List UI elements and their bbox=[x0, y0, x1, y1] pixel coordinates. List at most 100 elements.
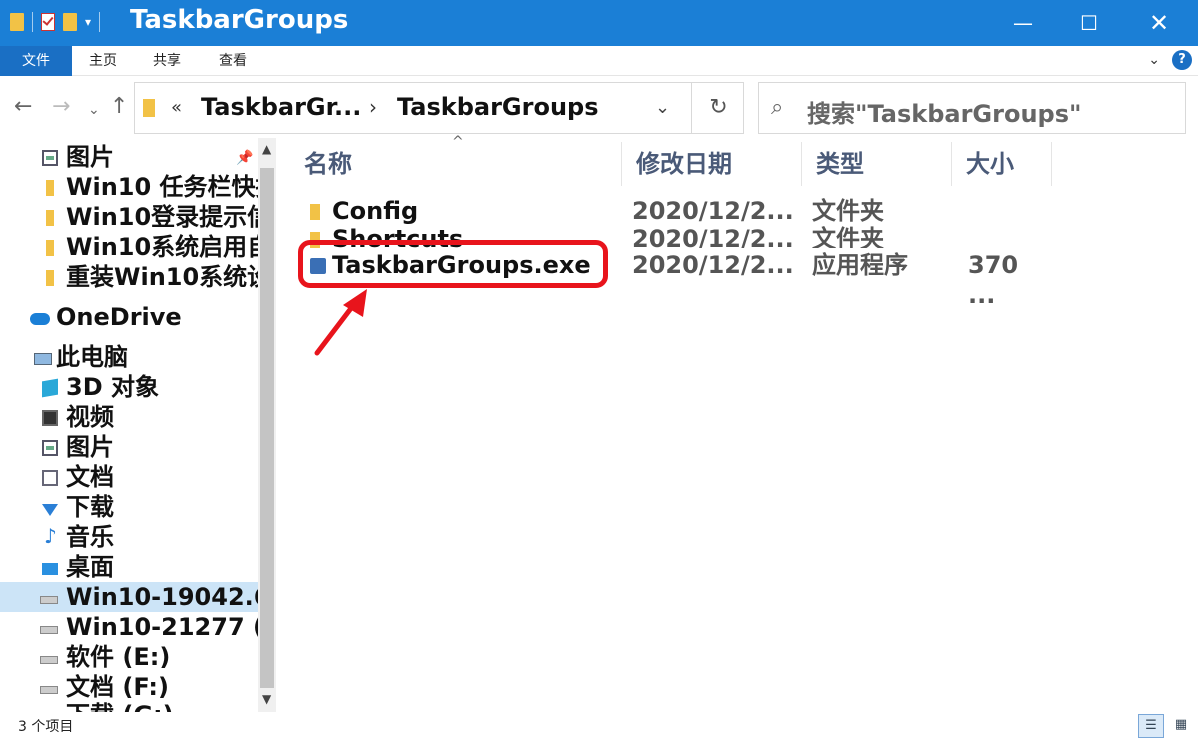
folder-icon bbox=[46, 270, 54, 286]
sidebar-item-label: 文档 bbox=[66, 463, 114, 491]
sidebar-item-label: 重装Win10系统设 bbox=[66, 263, 258, 291]
close-button[interactable]: ✕ bbox=[1126, 0, 1192, 46]
sidebar-item-label: 视频 bbox=[66, 403, 114, 431]
sidebar-item-music[interactable]: ♪ 音乐 bbox=[0, 522, 258, 552]
sidebar-item-desktop[interactable]: 桌面 bbox=[0, 552, 258, 582]
pin-icon[interactable]: 📌 bbox=[236, 150, 253, 166]
breadcrumb-current[interactable]: TaskbarGroups bbox=[397, 93, 599, 121]
sidebar-item-this-pc[interactable]: 此电脑 bbox=[0, 342, 258, 372]
sidebar-item-drive-g[interactable]: 下载 (G:) bbox=[0, 700, 258, 712]
sidebar-item-videos[interactable]: 视频 bbox=[0, 402, 258, 432]
file-name: Config bbox=[332, 197, 419, 225]
cloud-icon bbox=[30, 313, 50, 325]
sidebar-item-downloads[interactable]: 下载 bbox=[0, 492, 258, 522]
sidebar-item-onedrive[interactable]: OneDrive bbox=[0, 302, 258, 332]
back-arrow-icon[interactable]: ← bbox=[14, 94, 32, 119]
up-arrow-icon[interactable]: ↑ bbox=[110, 94, 128, 119]
address-bar[interactable]: « TaskbarGr... › TaskbarGroups ⌄ ↻ bbox=[134, 82, 744, 134]
file-type: 应用程序 bbox=[812, 251, 908, 279]
large-icons-view-icon[interactable]: ▦ bbox=[1168, 714, 1194, 738]
sidebar-item-label: 音乐 bbox=[66, 523, 114, 551]
maximize-button[interactable]: ☐ bbox=[1056, 0, 1122, 46]
breadcrumb-separator[interactable]: › bbox=[369, 95, 377, 119]
scroll-up-icon[interactable]: ▲ bbox=[262, 142, 271, 156]
customize-toolbar-icon[interactable]: ▾ bbox=[85, 15, 91, 29]
file-date: 2020/12/2... bbox=[632, 226, 794, 248]
picture-icon bbox=[42, 150, 58, 166]
picture-icon bbox=[42, 440, 58, 456]
sidebar-item-documents[interactable]: 文档 bbox=[0, 462, 258, 492]
tab-view[interactable]: 查看 bbox=[200, 46, 266, 76]
file-type: 文件夹 bbox=[812, 226, 884, 248]
sidebar-item-label: 下载 (G:) bbox=[66, 700, 174, 712]
search-input[interactable]: ⌕ 搜索"TaskbarGroups" bbox=[758, 82, 1186, 134]
drive-icon bbox=[40, 656, 58, 664]
sidebar-item-label: 图片 bbox=[66, 433, 114, 461]
search-placeholder: 搜索"TaskbarGroups" bbox=[807, 100, 1082, 128]
scrollbar-thumb[interactable] bbox=[260, 168, 274, 688]
folder-icon bbox=[46, 210, 54, 226]
new-folder-icon[interactable] bbox=[63, 13, 77, 31]
refresh-icon[interactable]: ↻ bbox=[691, 83, 745, 133]
file-list: ^ 名称 修改日期 类型 大小 Config 2020/12/2... 文件夹 … bbox=[290, 134, 1198, 712]
details-view-icon[interactable]: ☰ bbox=[1138, 714, 1164, 738]
search-icon: ⌕ bbox=[771, 95, 784, 120]
sidebar-item-folder[interactable]: Win10登录提示信 bbox=[0, 202, 258, 232]
column-header-name[interactable]: 名称 bbox=[290, 142, 622, 186]
sidebar-item-label: 下载 bbox=[66, 493, 114, 521]
navigation-pane: 图片 📌 Win10 任务栏快捷 Win10登录提示信 Win10系统启用自 重… bbox=[0, 138, 276, 712]
sidebar-item-pictures[interactable]: 图片 bbox=[0, 432, 258, 462]
video-icon bbox=[42, 410, 58, 426]
column-header-type[interactable]: 类型 bbox=[802, 142, 952, 186]
forward-arrow-icon[interactable]: → bbox=[52, 94, 70, 119]
highlight-box bbox=[298, 240, 608, 288]
properties-icon[interactable] bbox=[41, 13, 55, 31]
quick-access-toolbar: ▾ bbox=[10, 12, 101, 32]
column-header-size[interactable]: 大小 bbox=[952, 142, 1052, 186]
sidebar-item-drive-e[interactable]: 软件 (E:) bbox=[0, 642, 258, 672]
sidebar-item-label: Win10-21277 (D bbox=[66, 613, 258, 641]
title-bar[interactable]: ▾ TaskbarGroups — ☐ ✕ bbox=[0, 0, 1198, 46]
sidebar-item-label: Win10系统启用自 bbox=[66, 233, 258, 261]
window-title: TaskbarGroups bbox=[130, 5, 349, 35]
sidebar-item-folder[interactable]: Win10 任务栏快捷 bbox=[0, 172, 258, 202]
drive-icon bbox=[40, 686, 58, 694]
sidebar-item-drive-c[interactable]: Win10-19042.63 bbox=[0, 582, 258, 612]
file-size: 370 ... bbox=[968, 251, 1019, 309]
divider bbox=[99, 12, 101, 32]
folder-icon bbox=[143, 99, 155, 117]
tab-share[interactable]: 共享 bbox=[136, 46, 198, 76]
sidebar-item-drive-d[interactable]: Win10-21277 (D bbox=[0, 612, 258, 642]
pc-icon bbox=[34, 353, 52, 365]
sidebar-item-label: 3D 对象 bbox=[66, 373, 159, 401]
folder-icon bbox=[10, 13, 24, 31]
sidebar-item-drive-f[interactable]: 文档 (F:) bbox=[0, 672, 258, 702]
sidebar-item-folder[interactable]: 重装Win10系统设 bbox=[0, 262, 258, 292]
recent-locations-icon[interactable]: ⌄ bbox=[88, 102, 100, 118]
scroll-down-icon[interactable]: ▼ bbox=[262, 692, 271, 706]
breadcrumb-parent[interactable]: TaskbarGr... bbox=[201, 93, 361, 121]
sidebar-item-3d-objects[interactable]: 3D 对象 bbox=[0, 372, 258, 402]
sidebar-item-label: 文档 (F:) bbox=[66, 673, 169, 701]
folder-icon bbox=[310, 204, 320, 220]
drive-icon bbox=[40, 626, 58, 634]
navigation-bar: ← → ⌄ ↑ « TaskbarGr... › TaskbarGroups ⌄… bbox=[0, 76, 1198, 138]
folder-icon bbox=[46, 240, 54, 256]
tab-file[interactable]: 文件 bbox=[0, 46, 72, 76]
help-icon[interactable]: ? bbox=[1172, 50, 1192, 70]
expand-ribbon-icon[interactable]: ⌄ bbox=[1148, 52, 1160, 68]
sidebar-item-pictures-pinned[interactable]: 图片 📌 bbox=[0, 142, 258, 172]
document-icon bbox=[42, 470, 58, 486]
sidebar-item-folder[interactable]: Win10系统启用自 bbox=[0, 232, 258, 262]
sidebar-scrollbar[interactable]: ▲ ▼ bbox=[258, 138, 276, 712]
column-header-date[interactable]: 修改日期 bbox=[622, 142, 802, 186]
address-dropdown-icon[interactable]: ⌄ bbox=[655, 97, 670, 118]
sidebar-item-label: Win10-19042.63 bbox=[66, 583, 258, 611]
overflow-icon[interactable]: « bbox=[171, 97, 182, 118]
desktop-icon bbox=[42, 563, 58, 575]
music-icon: ♪ bbox=[44, 524, 57, 548]
minimize-button[interactable]: — bbox=[990, 0, 1056, 46]
sidebar-item-label: 桌面 bbox=[66, 553, 114, 581]
tab-home[interactable]: 主页 bbox=[72, 46, 134, 76]
file-row[interactable]: Config 2020/12/2... 文件夹 bbox=[290, 197, 1050, 226]
